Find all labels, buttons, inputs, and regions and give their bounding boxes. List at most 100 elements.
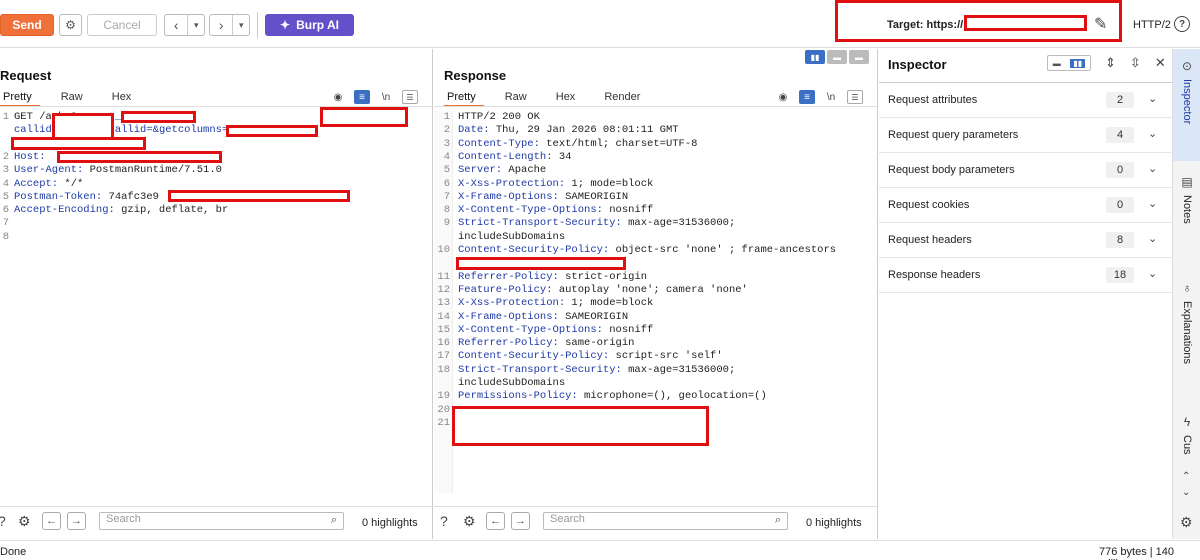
close-icon[interactable]: ✕ (1155, 55, 1166, 71)
rail-tab-custom[interactable]: ϟ Cus (1173, 415, 1200, 455)
line-number: 7 (2, 217, 9, 230)
header-value: same-origin (558, 337, 635, 350)
response-tab-raw[interactable]: Raw (502, 89, 535, 107)
rail-settings-gear-icon[interactable]: ⚙ (1180, 514, 1193, 531)
line-text: Postman-Token: 74afc3e9 (14, 191, 159, 204)
header-key: Content-Security-Policy: (458, 244, 610, 256)
inspector-section-row[interactable]: Response headers 18 ⌄ (879, 258, 1172, 293)
send-button[interactable]: Send (0, 14, 54, 36)
burp-ai-button[interactable]: ✦ Burp AI (265, 14, 354, 36)
line-text: Feature-Policy: autoplay 'none'; camera … (458, 284, 748, 297)
inspector-section-row[interactable]: Request query parameters 4 ⌄ (879, 118, 1172, 153)
collapse-all-icon[interactable]: ⇳ (1130, 55, 1141, 71)
line-text: Accept-Encoding: gzip, deflate, br (14, 204, 228, 217)
request-tab-pretty[interactable]: Pretty (0, 89, 40, 107)
help-icon[interactable]: ? (1174, 16, 1190, 32)
response-tab-hex[interactable]: Hex (553, 89, 584, 107)
chevron-up-icon[interactable]: ⌃ (1182, 471, 1190, 482)
protocol-label[interactable]: HTTP/2 (1133, 19, 1171, 31)
forward-arrow-icon[interactable]: › (210, 15, 234, 35)
wrap-lines-icon[interactable]: ≡ (799, 90, 815, 104)
header-key: callid (14, 124, 52, 137)
inspector-section-label: Request cookies (888, 199, 970, 211)
response-editor[interactable]: 1 HTTP/2 200 OK 2 Date: Thu, 29 Jan 2026 08… (434, 111, 877, 493)
header-value: nosniff (602, 323, 654, 336)
chevron-down-icon[interactable]: ⌄ (1148, 162, 1157, 175)
forward-dropdown-icon[interactable]: ▾ (233, 15, 249, 35)
inspector-section-row[interactable]: Request attributes 2 ⌄ (879, 83, 1172, 118)
header-value: SAMEORIGIN (558, 310, 629, 323)
header-key: Feature-Policy: (458, 283, 553, 296)
chevron-down-icon[interactable]: ⌄ (1148, 267, 1157, 280)
line-number: 6 (443, 177, 450, 190)
wrap-lines-icon[interactable]: ≡ (354, 90, 370, 104)
response-search-input[interactable]: Search ⌕ (543, 512, 788, 530)
layout-split-icon[interactable]: ▮▮ (805, 50, 825, 64)
rail-tab-explanations[interactable]: ♁ Explanations (1173, 281, 1200, 364)
hide-eye-icon[interactable]: ◉ (330, 90, 346, 104)
back-arrow-icon[interactable]: ‹ (165, 15, 189, 35)
header-key: Host: (14, 150, 46, 163)
chevron-down-icon[interactable]: ⌄ (1148, 127, 1157, 140)
back-dropdown-icon[interactable]: ▾ (188, 15, 204, 35)
header-value: PostmanRuntime/7.51.0 (83, 164, 222, 177)
newline-toggle-icon[interactable]: \n (823, 90, 839, 104)
line-text: Content-Length: 34 (458, 151, 571, 164)
header-value: Apache (502, 164, 547, 177)
previous-match-arrow-icon[interactable]: ← (42, 512, 61, 530)
inspector-layout-toggle[interactable]: ▬ ▮▮ (1047, 55, 1091, 71)
line-text: Referrer-Policy: same-origin (458, 337, 634, 350)
line-number: 8 (443, 204, 450, 217)
layout-horizontal-icon[interactable]: ▬ (827, 50, 847, 64)
inspector-section-row[interactable]: Request body parameters 0 ⌄ (879, 153, 1172, 188)
search-settings-gear-icon[interactable]: ⚙ (463, 513, 476, 530)
rail-tab-inspector[interactable]: ⊙ Inspector (1173, 49, 1200, 161)
request-editor[interactable]: 1GET /aphp?parent_callid=&callid7.133&ne… (0, 107, 432, 493)
settings-gear-icon[interactable]: ⚙ (59, 14, 82, 36)
redaction-box (456, 257, 626, 270)
chevron-down-icon[interactable]: ⌄ (1182, 487, 1190, 498)
request-tab-raw[interactable]: Raw (58, 89, 91, 107)
chevron-down-icon[interactable]: ⌄ (1148, 197, 1157, 210)
help-circle-icon[interactable]: ? (440, 513, 448, 529)
sparkle-icon: ✦ (280, 18, 291, 32)
newline-toggle-icon[interactable]: \n (378, 90, 394, 104)
line-number: 6 (2, 204, 9, 217)
header-key: Accept-Encoding: (14, 204, 115, 217)
explanations-lightbulb-icon: ♁ (1182, 281, 1192, 295)
line-text: X-Xss-Protection: 1; mode=block (458, 178, 653, 191)
chevron-down-icon[interactable]: ⌄ (1148, 232, 1157, 245)
response-tab-render[interactable]: Render (601, 89, 648, 107)
inspector-section-row[interactable]: Request headers 8 ⌄ (879, 223, 1172, 258)
previous-match-arrow-icon[interactable]: ← (486, 512, 505, 530)
line-number: 15 (437, 323, 450, 336)
rail-tab-notes[interactable]: ▤ Notes (1173, 175, 1200, 224)
edit-target-pencil-icon[interactable]: ✎ (1094, 14, 1107, 34)
inspector-glasses-icon: ⊙ (1181, 59, 1193, 73)
redaction-box (452, 406, 709, 446)
expand-all-icon[interactable]: ⇕ (1105, 55, 1116, 71)
menu-icon[interactable]: ☰ (402, 90, 418, 104)
next-match-arrow-icon[interactable]: → (511, 512, 530, 530)
next-match-arrow-icon[interactable]: → (67, 512, 86, 530)
inspector-section-row[interactable]: Request cookies 0 ⌄ (879, 188, 1172, 223)
target-label: Target: https:// (887, 19, 964, 31)
header-value: text/html; charset=UTF-8 (539, 137, 698, 150)
response-tab-pretty[interactable]: Pretty (444, 89, 484, 107)
layout-tabs-icon[interactable]: ▬ (849, 50, 869, 64)
search-settings-gear-icon[interactable]: ⚙ (18, 513, 31, 530)
cancel-button[interactable]: Cancel (87, 14, 157, 36)
menu-icon[interactable]: ☰ (847, 90, 863, 104)
layout-list-icon[interactable]: ▬ (1053, 59, 1061, 68)
help-circle-icon[interactable]: ? (0, 513, 6, 529)
layout-columns-icon[interactable]: ▮▮ (1070, 58, 1086, 68)
chevron-down-icon[interactable]: ⌄ (1148, 92, 1157, 105)
redaction-box (57, 151, 222, 163)
request-tab-hex[interactable]: Hex (109, 89, 140, 107)
line-number: 4 (2, 177, 9, 190)
toolbar: Send ⚙ Cancel ‹ ▾ › ▾ ✦ Burp AI Target: … (0, 0, 1200, 48)
header-key: Strict-Transport-Security: (458, 217, 622, 230)
hide-eye-icon[interactable]: ◉ (775, 90, 791, 104)
request-search-input[interactable]: Search ⌕ (99, 512, 344, 530)
history-forward-group: › ▾ (209, 14, 250, 36)
